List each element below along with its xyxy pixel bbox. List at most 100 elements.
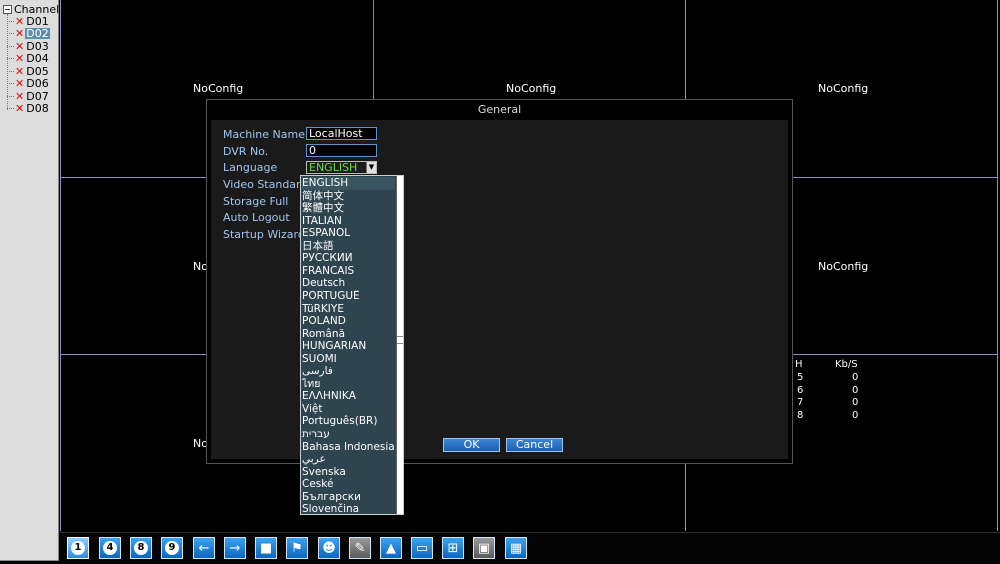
disconnected-icon: ✕ <box>15 89 25 103</box>
alarm-button[interactable]: ⚑ <box>286 537 308 559</box>
video-cell-status: NoConfig <box>818 82 869 95</box>
channel-item[interactable]: ✕ D01 <box>7 15 50 27</box>
language-option[interactable]: HUNGARIAN <box>302 340 395 353</box>
previous-button[interactable]: ← <box>193 537 215 559</box>
language-option[interactable]: FRANCAIS <box>302 265 395 278</box>
channel-item[interactable]: ✕ D08 <box>7 103 50 115</box>
collapse-icon[interactable] <box>3 5 12 14</box>
channel-label: D04 <box>26 52 49 65</box>
dropdown-scrollbar[interactable] <box>396 176 403 514</box>
language-option[interactable]: Slovenčina <box>302 503 395 516</box>
layout-4-button[interactable]: 4 <box>99 537 121 559</box>
cancel-button[interactable]: Cancel <box>506 438 563 452</box>
layout-4-icon: 4 <box>103 541 117 555</box>
tree-connector <box>7 58 14 59</box>
language-option[interactable]: עברית <box>302 428 395 441</box>
grid-divider <box>60 0 61 531</box>
language-option[interactable]: Deutsch <box>302 277 395 290</box>
stats-kbs: 0 <box>852 409 859 421</box>
language-option[interactable]: Svenska <box>302 466 395 479</box>
disconnected-icon: ✕ <box>15 102 25 115</box>
language-option[interactable]: Bahasa Indonesia <box>302 441 395 454</box>
disconnected-icon: ✕ <box>15 14 25 28</box>
channel-label: D05 <box>26 64 49 78</box>
language-option[interactable]: 简体中文 <box>302 190 395 203</box>
channel-item[interactable]: ✕ D02 <box>7 28 50 40</box>
language-option[interactable]: ΕΛΛΗΝΙΚΑ <box>302 390 395 403</box>
record-icon: ■ <box>259 540 273 556</box>
ptz-button[interactable]: ✎ <box>349 537 371 559</box>
qrcode-icon: ▦ <box>509 540 523 556</box>
grid-divider-selected <box>373 0 374 100</box>
language-option[interactable]: Română <box>302 328 395 341</box>
language-option[interactable]: PORTUGUÊ <box>302 290 395 303</box>
language-option[interactable]: فارسی <box>302 365 395 378</box>
person-alarm-icon: ⚑ <box>291 540 303 556</box>
arrow-right-icon: → <box>229 540 241 556</box>
tree-connector <box>7 33 14 34</box>
language-option[interactable]: Português(BR) <box>302 415 395 428</box>
grid-divider <box>997 0 998 531</box>
channel-label: D06 <box>26 77 49 90</box>
camera-icon: ✎ <box>354 540 366 556</box>
language-option[interactable]: عربي <box>302 453 395 466</box>
language-select[interactable]: ENGLISH ▼ <box>306 161 377 174</box>
chart-icon: ▲ <box>386 540 396 556</box>
info-button[interactable]: ▦ <box>505 537 527 559</box>
language-option[interactable]: TüRKİYE <box>302 303 395 316</box>
network-button[interactable]: ⊞ <box>442 537 464 559</box>
dvr-no-input[interactable]: 0 <box>306 144 377 157</box>
stats-channel: 6 <box>797 384 804 396</box>
language-option[interactable]: ITALIAN <box>302 215 395 228</box>
record-button[interactable]: ■ <box>255 537 277 559</box>
disconnected-icon: ✕ <box>15 27 25 40</box>
user-button[interactable]: ☻ <box>318 537 340 559</box>
language-option[interactable]: ESPAÑOL <box>302 227 395 240</box>
layout-1-button[interactable]: 1 <box>67 537 89 559</box>
language-label: Language <box>223 161 278 174</box>
auto-logout-label: Auto Logout <box>223 211 290 224</box>
storage-button[interactable]: ▣ <box>473 537 495 559</box>
chevron-down-icon[interactable]: ▼ <box>366 162 376 173</box>
language-option[interactable]: ENGLISH <box>302 177 395 190</box>
disconnected-icon: ✕ <box>15 52 25 65</box>
language-option[interactable]: 繁體中文 <box>302 202 395 215</box>
channel-item[interactable]: ✕ D03 <box>7 40 50 52</box>
channel-item[interactable]: ✕ D04 <box>7 53 50 65</box>
display-button[interactable]: ▭ <box>411 537 433 559</box>
language-option[interactable]: 日本語 <box>302 240 395 253</box>
stats-kbs: 0 <box>852 372 859 383</box>
dvr-no-label: DVR No. <box>223 145 269 158</box>
language-option[interactable]: ไทย <box>302 378 395 391</box>
tree-connector <box>7 70 14 72</box>
language-option[interactable]: РУССКИЙ <box>302 252 395 265</box>
ok-button[interactable]: OK <box>443 438 500 452</box>
layout-9-icon: 9 <box>165 541 179 555</box>
channel-item[interactable]: ✕ D05 <box>7 65 50 77</box>
graph-button[interactable]: ▲ <box>380 537 402 559</box>
next-button[interactable]: → <box>224 537 246 559</box>
dialog-title: General <box>477 103 522 116</box>
language-option[interactable]: SUOMI <box>302 353 395 366</box>
channel-label: D07 <box>26 89 49 103</box>
layout-9-button[interactable]: 9 <box>161 537 183 559</box>
monitor-icon: ▭ <box>415 540 429 556</box>
storage-full-label: Storage Full <box>223 195 289 208</box>
language-option[interactable]: České <box>302 478 395 491</box>
channel-label: D01 <box>26 14 49 28</box>
channel-item[interactable]: ✕ D07 <box>7 90 50 102</box>
machine-name-input[interactable]: LocalHost <box>306 127 377 140</box>
machine-name-label: Machine Name <box>223 128 305 141</box>
channel-item[interactable]: ✕ D06 <box>7 78 50 90</box>
dialog-body: Machine Name LocalHost DVR No. 0 Languag… <box>211 120 788 459</box>
language-dropdown[interactable]: ENGLISH 简体中文 繁體中文 ITALIAN ESPAÑOL 日本語 РУССКИЙ F… <box>300 175 404 515</box>
scrollbar-thumb[interactable] <box>397 336 403 344</box>
language-option[interactable]: POLAND <box>302 315 395 328</box>
layout-8-button[interactable]: 8 <box>130 537 152 559</box>
language-option[interactable]: Việt <box>302 403 395 416</box>
stats-channel: 7 <box>797 397 804 408</box>
channel-label: D03 <box>26 39 49 53</box>
disk-icon: ▣ <box>477 540 491 556</box>
tree-connector <box>7 20 14 22</box>
language-option[interactable]: Български <box>302 491 395 504</box>
